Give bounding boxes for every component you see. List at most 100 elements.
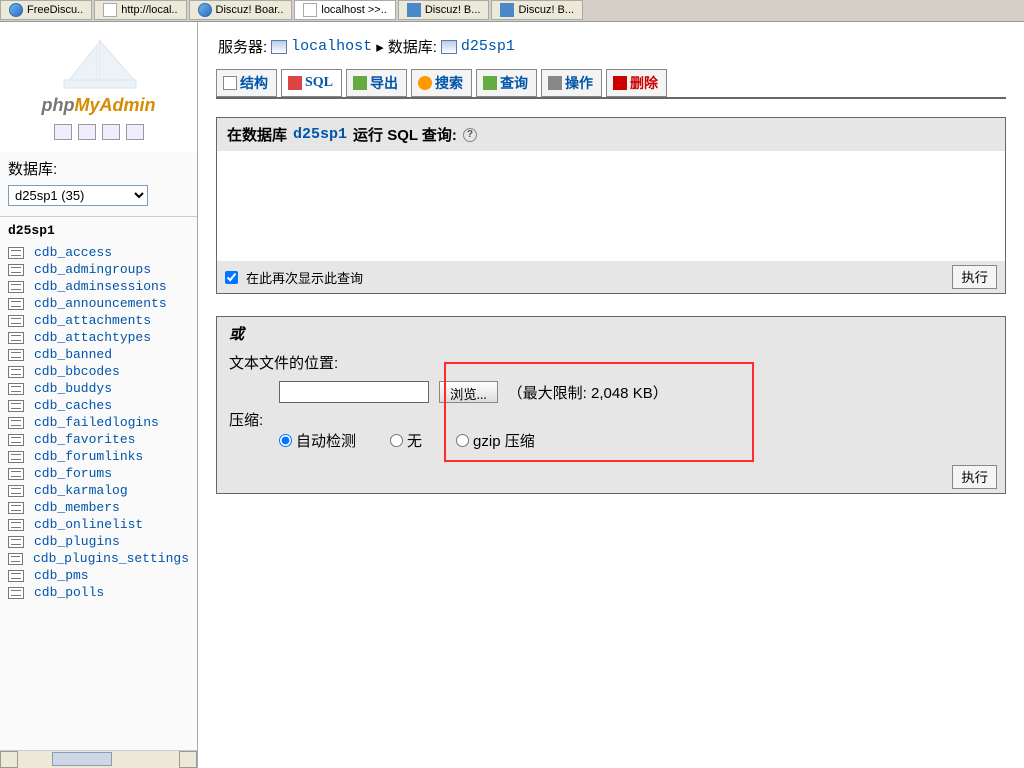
table-icon[interactable] [8, 417, 24, 429]
server-label: 服务器: [218, 36, 267, 57]
table-link[interactable]: cdb_announcements [34, 296, 167, 311]
table-icon[interactable] [8, 502, 24, 514]
docs-icon[interactable] [102, 124, 120, 140]
logo-area: phpMyAdmin [0, 22, 197, 152]
table-icon[interactable] [8, 349, 24, 361]
file-import-panel: 或 文本文件的位置: 浏览... （最大限制: 2,048 KB） 压缩: 自动… [216, 316, 1006, 494]
table-link[interactable]: cdb_bbcodes [34, 364, 120, 379]
radio-none[interactable]: 无 [390, 430, 422, 451]
browse-button[interactable]: 浏览... [439, 381, 498, 403]
sidebar-icon-row [54, 124, 144, 140]
table-link[interactable]: cdb_access [34, 245, 112, 260]
table-link[interactable]: cdb_polls [34, 585, 104, 600]
table-link[interactable]: cdb_favorites [34, 432, 135, 447]
table-icon[interactable] [8, 400, 24, 412]
table-icon[interactable] [8, 315, 24, 327]
tab-label: Discuz! B... [425, 4, 481, 16]
table-link[interactable]: cdb_admingroups [34, 262, 151, 277]
table-link[interactable]: cdb_plugins [34, 534, 120, 549]
table-link[interactable]: cdb_failedlogins [34, 415, 159, 430]
table-link[interactable]: cdb_banned [34, 347, 112, 362]
table-link[interactable]: cdb_onlinelist [34, 517, 143, 532]
table-icon[interactable] [8, 570, 24, 582]
table-link[interactable]: cdb_forums [34, 466, 112, 481]
table-icon[interactable] [8, 587, 24, 599]
checkbox-label: 在此再次显示此查询 [246, 268, 363, 287]
execute-button-2[interactable]: 执行 [952, 465, 997, 489]
table-link[interactable]: cdb_attachments [34, 313, 151, 328]
blank-icon [303, 3, 317, 17]
table-icon[interactable] [8, 519, 24, 531]
radio-gzip[interactable]: gzip 压缩 [456, 430, 535, 451]
table-row: cdb_banned [0, 346, 197, 363]
browser-tab[interactable]: Discuz! B... [398, 0, 490, 20]
table-row: cdb_karmalog [0, 482, 197, 499]
browser-tab[interactable]: Discuz! B... [491, 0, 583, 20]
horizontal-scrollbar[interactable] [0, 750, 197, 768]
sql-button[interactable]: SQL [281, 69, 342, 97]
table-link[interactable]: cdb_attachtypes [34, 330, 151, 345]
home-icon[interactable] [54, 124, 72, 140]
sql-textarea[interactable] [217, 151, 1005, 261]
operations-button[interactable]: 操作 [541, 69, 602, 97]
sql-icon[interactable] [78, 124, 96, 140]
sql-tab-icon [288, 76, 302, 90]
table-row: cdb_plugins_settings [0, 550, 197, 567]
table-link[interactable]: cdb_buddys [34, 381, 112, 396]
table-link[interactable]: cdb_adminsessions [34, 279, 167, 294]
blank-icon [103, 3, 117, 17]
table-link[interactable]: cdb_members [34, 500, 120, 515]
table-icon[interactable] [8, 383, 24, 395]
table-link[interactable]: cdb_caches [34, 398, 112, 413]
table-icon[interactable] [8, 332, 24, 344]
search-button[interactable]: 搜索 [411, 69, 472, 97]
query-button[interactable]: 查询 [476, 69, 537, 97]
table-list[interactable]: d25sp1 cdb_accesscdb_admingroupscdb_admi… [0, 217, 197, 768]
export-button[interactable]: 导出 [346, 69, 407, 97]
tab-label: localhost >>.. [321, 4, 386, 16]
show-query-again-checkbox[interactable] [225, 271, 238, 284]
scroll-thumb[interactable] [52, 752, 112, 766]
table-link[interactable]: cdb_karmalog [34, 483, 128, 498]
radio-auto[interactable]: 自动检测 [279, 430, 356, 451]
db-name-link[interactable]: d25sp1 [293, 126, 347, 143]
table-icon[interactable] [8, 451, 24, 463]
table-icon[interactable] [8, 536, 24, 548]
browser-tab[interactable]: localhost >>.. [294, 0, 395, 20]
table-icon[interactable] [8, 553, 23, 565]
table-icon[interactable] [8, 264, 24, 276]
or-label: 或 [217, 317, 1005, 350]
database-select[interactable]: d25sp1 (35) [8, 185, 148, 206]
server-link[interactable]: localhost [291, 38, 372, 55]
table-icon[interactable] [8, 281, 24, 293]
drop-button[interactable]: 删除 [606, 69, 667, 97]
table-link[interactable]: cdb_plugins_settings [33, 551, 189, 566]
file-path-input[interactable] [279, 381, 429, 403]
table-icon[interactable] [8, 485, 24, 497]
scroll-right-icon[interactable] [179, 751, 197, 768]
table-icon[interactable] [8, 366, 24, 378]
table-icon[interactable] [8, 298, 24, 310]
sidebar: phpMyAdmin 数据库: d25sp1 (35) d25sp1 cdb_a… [0, 22, 198, 768]
execute-button[interactable]: 执行 [952, 265, 997, 289]
world-icon [9, 3, 23, 17]
browser-tab[interactable]: http://local.. [94, 0, 186, 20]
scroll-left-icon[interactable] [0, 751, 18, 768]
structure-button[interactable]: 结构 [216, 69, 277, 97]
browser-tab[interactable]: FreeDiscu.. [0, 0, 92, 20]
browser-tab[interactable]: Discuz! Boar.. [189, 0, 293, 20]
help-icon[interactable]: ? [463, 128, 477, 142]
table-row: cdb_access [0, 244, 197, 261]
table-row: cdb_favorites [0, 431, 197, 448]
tab-label: Discuz! B... [518, 4, 574, 16]
table-link[interactable]: cdb_forumlinks [34, 449, 143, 464]
table-link[interactable]: cdb_pms [34, 568, 89, 583]
drop-icon [613, 76, 627, 90]
db-link[interactable]: d25sp1 [461, 38, 515, 55]
table-icon[interactable] [8, 247, 24, 259]
table-icon[interactable] [8, 468, 24, 480]
table-row: cdb_bbcodes [0, 363, 197, 380]
server-icon [271, 40, 287, 54]
table-icon[interactable] [8, 434, 24, 446]
query-window-icon[interactable] [126, 124, 144, 140]
